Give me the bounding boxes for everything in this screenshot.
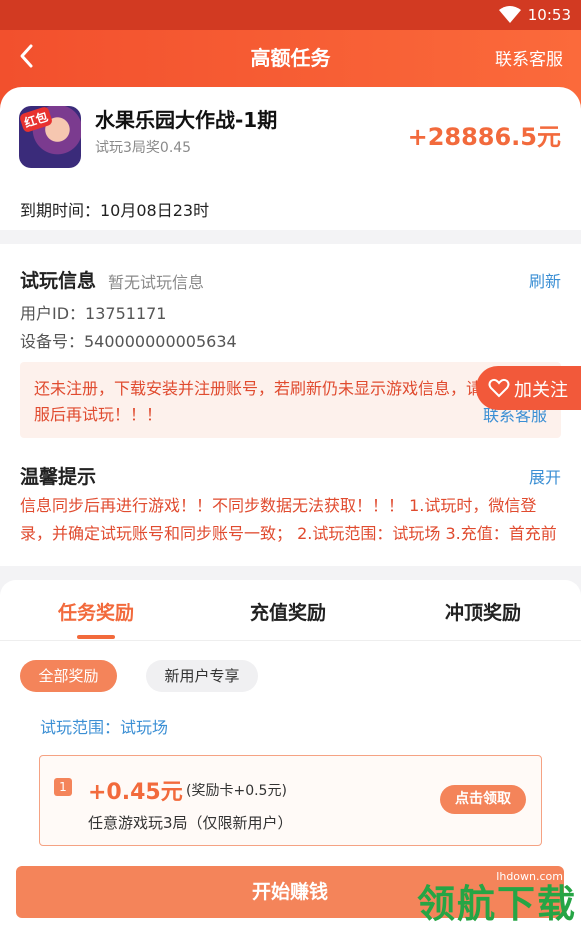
tab-recharge-reward[interactable]: 充值奖励 [250,598,326,625]
filter-all-rewards[interactable]: 全部奖励 [20,660,117,692]
trial-info-status: 暂无试玩信息 [108,273,205,292]
task-subtitle: 试玩3局奖0.45 [95,140,192,156]
site-watermark: lhdown.com 领航下载 [399,868,577,928]
follow-label: 加关注 [514,380,568,401]
heart-icon [488,377,510,399]
follow-button[interactable]: 加关注 [476,366,581,410]
tips-title: 温馨提示 [20,466,97,488]
tabs-divider [0,640,581,641]
claim-button[interactable]: 点击领取 [440,785,526,814]
active-tab-indicator [77,635,115,639]
app-icon: 红包 [19,106,81,168]
reward-description: 任意游戏玩3局（仅限新用户） [88,814,293,832]
user-id: 用户ID：13751171 [20,304,167,323]
notice-text: 还未注册，下载安装并注册账号，若刷新仍未显示游戏信息，请联系客服后再试玩！！！ [34,379,531,424]
wifi-icon [499,6,521,28]
reward-extra: (奖励卡+0.5元) [186,783,287,799]
expand-button[interactable]: 展开 [529,464,561,488]
page-title: 高额任务 [250,46,331,70]
watermark-brand: 领航下载 [416,882,577,926]
filter-new-user[interactable]: 新用户专享 [146,660,258,692]
reward-item: 1 +0.45元 (奖励卡+0.5元) 任意游戏玩3局（仅限新用户） 点击领取 [39,755,542,846]
contact-service-button[interactable]: 联系客服 [495,45,563,70]
task-name: 水果乐园大作战-1期 [95,108,278,132]
reward-index: 1 [54,778,72,796]
red-packet-badge: 红包 [19,106,54,134]
tab-top-reward[interactable]: 冲顶奖励 [445,598,521,625]
task-amount: +28886.5元 [407,123,561,151]
trial-range: 试玩范围：试玩场 [40,718,169,737]
expire-time: 到期时间：10月08日23时 [20,201,210,220]
device-id: 设备号：540000000005634 [20,332,237,351]
status-bar: 10:53 [0,0,581,30]
status-time: 10:53 [527,6,571,24]
reward-amount: +0.45元 [88,780,183,805]
trial-info-title: 试玩信息 [20,270,97,292]
tips-text: 信息同步后再进行游戏！！不同步数据无法获取！！！ 1.试玩时，微信登录，并确定试… [20,496,557,543]
task-card: 红包 水果乐园大作战-1期 试玩3局奖0.45 +28886.5元 到期时间：1… [0,87,581,230]
tab-task-reward[interactable]: 任务奖励 [58,598,134,625]
refresh-button[interactable]: 刷新 [529,268,561,292]
